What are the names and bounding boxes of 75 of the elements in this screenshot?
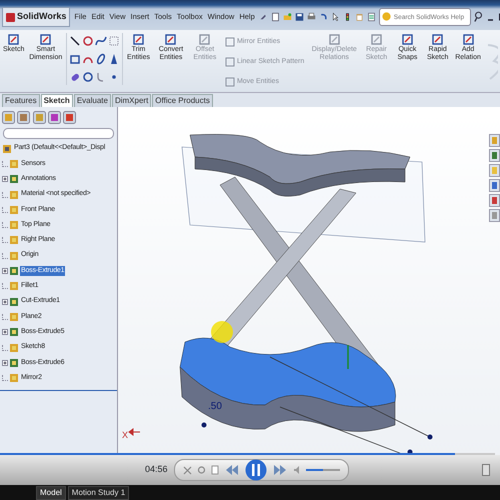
panel-tab-icon[interactable] (32, 111, 46, 124)
tool-icon (164, 33, 178, 46)
speaker-icon[interactable] (292, 465, 301, 475)
feature-icon (9, 174, 19, 184)
feature-icon (9, 158, 19, 169)
tool-icon (224, 37, 235, 47)
panel-tab-icon[interactable] (48, 111, 61, 124)
panel-tab-icon[interactable] (17, 111, 30, 124)
tool-icon (224, 57, 235, 67)
command-tab[interactable]: Evaluate (74, 94, 111, 107)
tool-icon (431, 33, 444, 46)
part-icon (2, 144, 12, 154)
feature-icon (9, 358, 19, 368)
polygon-icon[interactable] (82, 71, 94, 83)
tool-icon (39, 33, 52, 46)
pause-icon[interactable] (244, 459, 267, 481)
axis-label: X (122, 430, 128, 440)
save-icon[interactable] (294, 11, 304, 23)
tool-icon (328, 33, 341, 46)
time-label: 04:56 (145, 463, 168, 476)
axis-arrow-icon (128, 428, 140, 436)
expand-icon[interactable] (2, 176, 8, 182)
feature-icon (9, 296, 19, 307)
filter-field[interactable] (3, 128, 114, 139)
list-icon[interactable] (366, 11, 376, 23)
bottom-tab[interactable]: Model (36, 486, 66, 500)
tool-icon (224, 77, 235, 87)
feature-icon (9, 281, 19, 292)
search-icon[interactable] (474, 11, 483, 23)
dimension-label: .50 (208, 401, 222, 412)
task-pane-icon[interactable] (489, 194, 500, 207)
task-pane-icon[interactable] (489, 149, 500, 162)
feature-icon (9, 266, 19, 276)
command-tab[interactable]: DimXpert (112, 94, 152, 107)
task-pane-icon[interactable] (489, 179, 500, 192)
grid-icon[interactable] (108, 35, 120, 47)
bottom-tab[interactable]: Motion Study 1 (68, 486, 130, 500)
panel-tab-icon[interactable] (63, 111, 76, 124)
ellipse-icon[interactable] (95, 53, 108, 65)
rectangle-icon[interactable] (69, 53, 82, 65)
feature-icon (9, 373, 19, 384)
select-pointer-icon[interactable] (330, 11, 340, 23)
feature-icon (9, 190, 19, 200)
feature-icon (9, 327, 19, 338)
feature-icon (9, 204, 19, 215)
logo-text: SolidWorks (17, 10, 66, 24)
feature-icon (9, 250, 19, 261)
switch-view-icon[interactable] (482, 464, 490, 476)
help-icon (382, 11, 391, 22)
stop-icon[interactable] (210, 465, 219, 475)
command-tab[interactable]: Sketch (40, 94, 73, 107)
circle-icon[interactable] (82, 35, 94, 47)
tool-icon (400, 33, 414, 46)
tool-icon (462, 33, 475, 46)
expand-icon[interactable] (2, 298, 8, 305)
tool-icon (198, 33, 212, 46)
line-icon[interactable] (69, 35, 82, 47)
feature-icon (9, 312, 19, 322)
panel-tab-icon[interactable] (2, 111, 15, 124)
command-tab[interactable]: Features (2, 94, 40, 107)
new-document-icon[interactable] (270, 11, 280, 23)
expand-icon[interactable] (2, 268, 8, 274)
tool-icon (370, 33, 383, 46)
expand-icon[interactable] (2, 360, 8, 366)
fast-forward-icon[interactable] (272, 464, 288, 476)
tool-icon (132, 33, 146, 46)
feature-icon (9, 220, 19, 230)
command-tab[interactable]: Office Products (152, 94, 213, 107)
rewind-icon[interactable] (224, 464, 240, 476)
logo-icon (6, 12, 15, 22)
feature-icon (9, 342, 19, 352)
spline-icon[interactable] (95, 35, 108, 47)
feature-icon (9, 235, 19, 246)
expand-icon[interactable] (2, 329, 8, 336)
tool-icon (7, 33, 20, 46)
